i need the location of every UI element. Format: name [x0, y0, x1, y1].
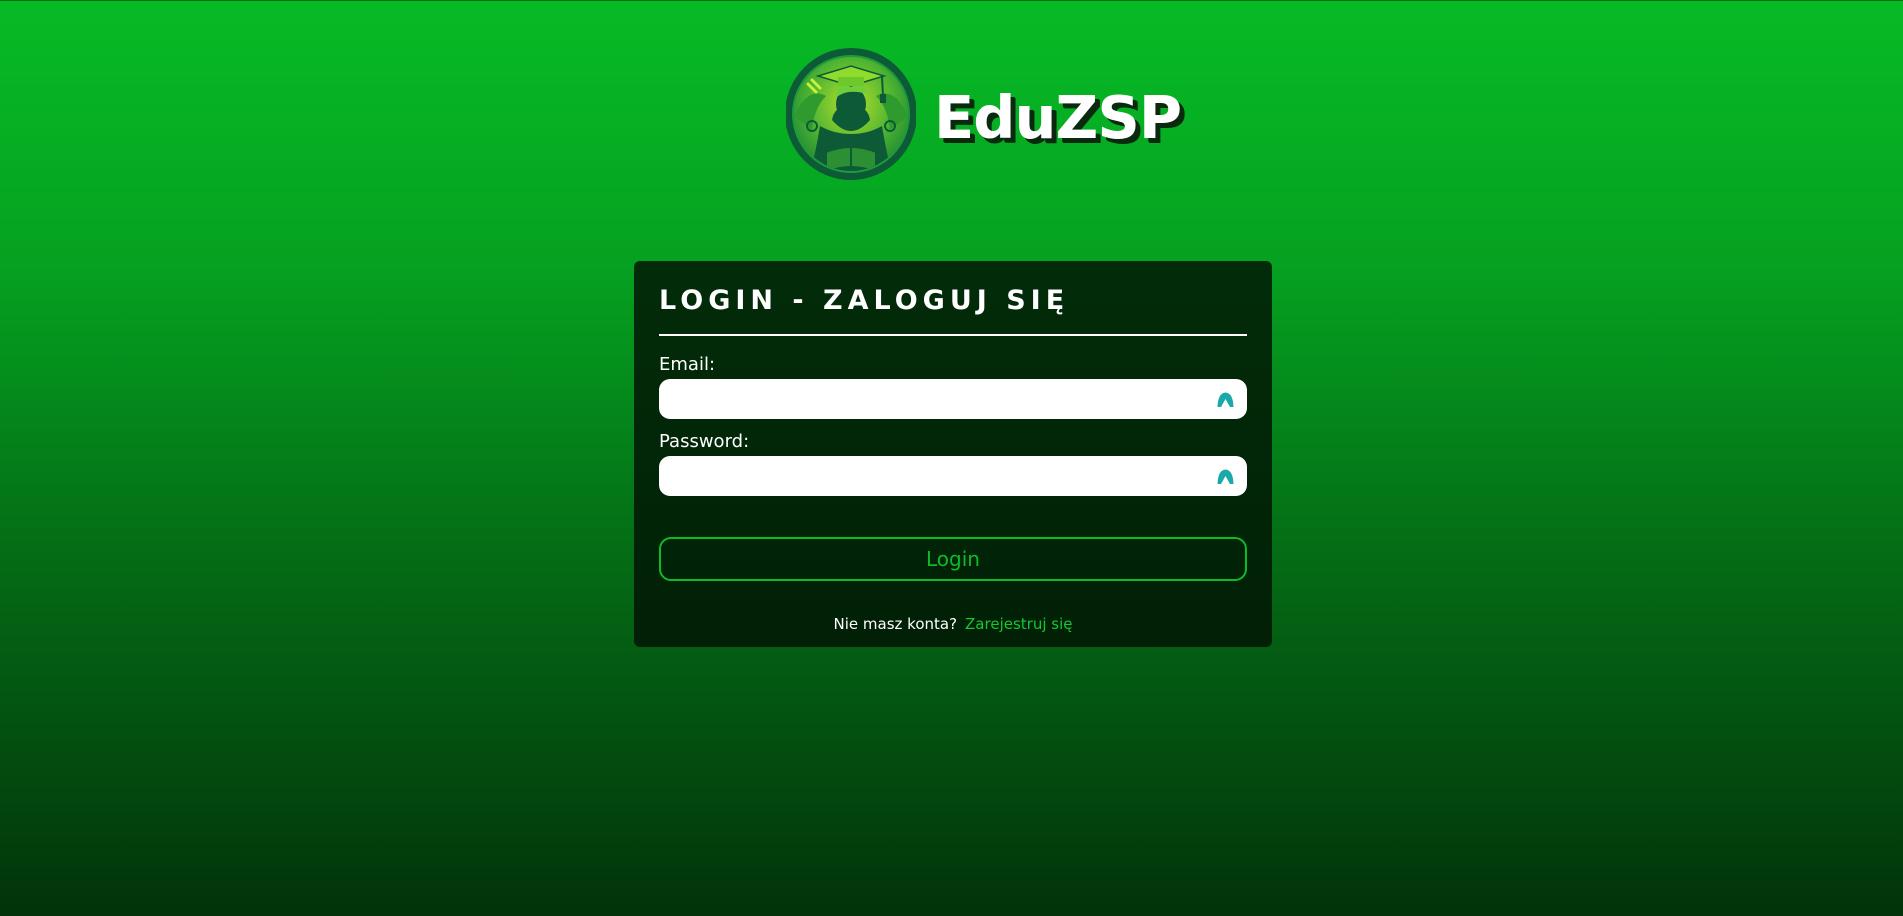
brand-header: EduZSP — [786, 46, 1182, 183]
login-title: LOGIN - ZALOGUJ SIĘ — [659, 285, 1070, 316]
login-button[interactable]: Login — [659, 537, 1247, 581]
top-border-line — [0, 0, 1903, 1]
email-field-wrapper — [659, 379, 1247, 419]
graduate-student-logo-icon — [786, 48, 916, 180]
password-field-wrapper — [659, 456, 1247, 496]
password-label: Password: — [659, 431, 750, 452]
email-input[interactable] — [673, 379, 1203, 419]
password-manager-autofill-icon[interactable] — [1216, 390, 1235, 409]
password-manager-autofill-icon[interactable] — [1216, 467, 1235, 486]
brand-name: EduZSP — [934, 83, 1182, 152]
register-prompt-row: Nie masz konta? Zarejestruj się — [634, 615, 1272, 633]
login-card: LOGIN - ZALOGUJ SIĘ Email: Password: Log… — [634, 261, 1272, 647]
email-label: Email: — [659, 354, 716, 375]
register-link[interactable]: Zarejestruj się — [965, 615, 1072, 633]
register-prompt-text: Nie masz konta? — [833, 615, 958, 633]
title-divider — [659, 334, 1247, 336]
password-input[interactable] — [673, 456, 1203, 496]
